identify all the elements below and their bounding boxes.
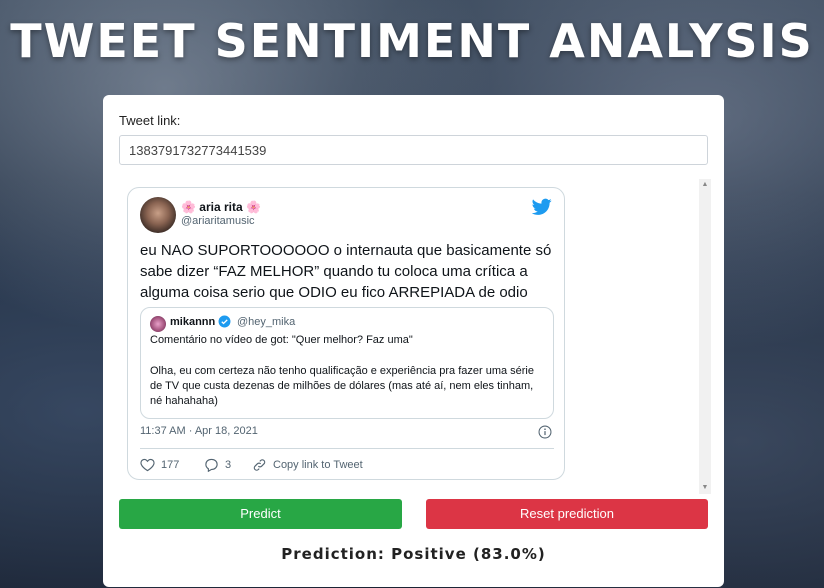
tweet-link-input[interactable]	[119, 135, 708, 165]
quoted-tweet[interactable]: mikannn @hey_mika Comentário no vídeo de…	[140, 307, 554, 419]
quoted-avatar	[150, 316, 166, 332]
tweet-card[interactable]: 🌸 aria rita 🌸 @ariaritamusic eu NAO SUPO…	[127, 187, 565, 480]
embed-scrollbar[interactable]: ▲ ▼	[699, 179, 711, 494]
tweet-embed: 🌸 aria rita 🌸 @ariaritamusic eu NAO SUPO…	[119, 179, 711, 494]
reply-icon	[205, 458, 218, 472]
reset-prediction-button[interactable]: Reset prediction	[426, 499, 708, 529]
verified-badge-icon	[218, 315, 231, 328]
avatar[interactable]	[140, 197, 176, 233]
quoted-body: Olha, eu com certeza não tenho qualifica…	[150, 365, 534, 407]
tweet-link-label: Tweet link:	[119, 113, 181, 128]
quoted-handle: @hey_mika	[237, 316, 296, 328]
prediction-result: Prediction: Positive (83.0%)	[281, 545, 546, 563]
twitter-bird-icon[interactable]	[532, 198, 552, 216]
heart-icon	[140, 458, 155, 472]
predict-button[interactable]: Predict	[119, 499, 402, 529]
scroll-up-icon[interactable]: ▲	[699, 179, 711, 191]
link-icon	[253, 459, 266, 471]
main-card: Tweet link: 🌸 aria rita 🌸 @ariaritamusic…	[103, 95, 724, 587]
reply-action[interactable]: 3	[204, 458, 231, 472]
copy-link-label: Copy link to Tweet	[273, 459, 363, 471]
page-title: TWEET SENTIMENT ANALYSIS	[10, 14, 814, 68]
quoted-line: Comentário no vídeo de got: "Quer melhor…	[150, 334, 413, 346]
tweet-handle[interactable]: @ariaritamusic	[181, 215, 255, 227]
reply-count: 3	[225, 459, 232, 471]
divider	[140, 448, 554, 449]
like-action[interactable]: 177	[140, 458, 179, 472]
tweet-text: eu NAO SUPORTOOOOOO o internauta que bas…	[140, 242, 552, 301]
scroll-down-icon[interactable]: ▼	[699, 482, 711, 494]
copy-link-action[interactable]: Copy link to Tweet	[252, 458, 363, 472]
quoted-author: mikannn	[170, 316, 216, 328]
tweet-timestamp[interactable]: 11:37 AM · Apr 18, 2021	[140, 425, 258, 437]
tweet-author[interactable]: 🌸 aria rita 🌸	[181, 200, 261, 214]
like-count: 177	[161, 459, 180, 471]
info-icon[interactable]	[538, 425, 552, 439]
